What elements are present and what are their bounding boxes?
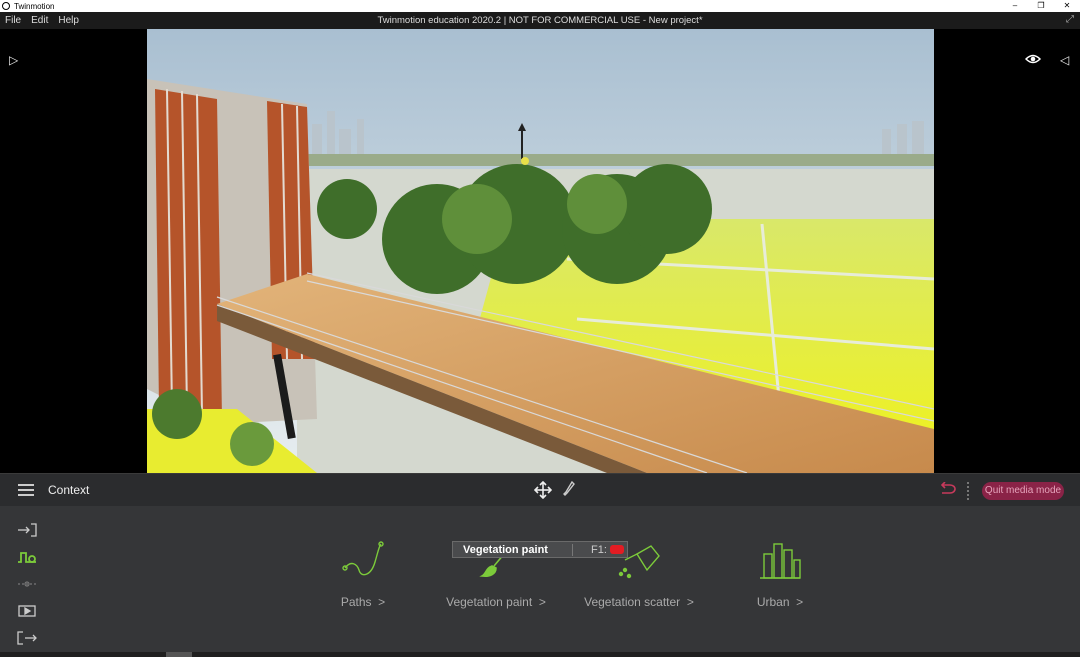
city-icon [760, 543, 801, 579]
vegetation-paint-tooltip: Vegetation paint F1: [452, 541, 628, 558]
context-toolbar: Context Quit media mode [0, 473, 1080, 506]
close-button[interactable]: ✕ [1054, 0, 1080, 12]
vegetation-paint-label: Vegetation paint [446, 595, 533, 609]
bottom-scrollbar[interactable] [0, 652, 1080, 657]
import-icon[interactable] [14, 516, 40, 543]
eye-icon[interactable] [1024, 53, 1042, 68]
toolbar-separator [967, 482, 969, 500]
record-icon [609, 545, 624, 554]
side-tool-column [14, 516, 40, 651]
document-title: Twinmotion education 2020.2 | NOT FOR CO… [377, 15, 703, 26]
menu-edit[interactable]: Edit [26, 15, 53, 26]
3d-viewport[interactable] [147, 29, 934, 473]
vegetation-scatter-chevron-icon: > [686, 595, 694, 609]
minimize-button[interactable]: – [1002, 0, 1028, 12]
viewport-area: ▷ ◁ [0, 29, 1080, 473]
category-paths[interactable]: Paths > [328, 540, 398, 609]
context-tool-icon[interactable] [14, 543, 40, 570]
pipette-icon[interactable] [563, 480, 575, 502]
vegetation-scatter-label: Vegetation scatter [584, 595, 681, 609]
hamburger-menu-icon[interactable] [18, 484, 34, 496]
app-name: Twinmotion [14, 1, 55, 11]
left-panel-toggle-icon[interactable]: ▷ [9, 53, 18, 67]
window-title-bar: Twinmotion – ❐ ✕ [0, 0, 1080, 12]
menu-file[interactable]: File [0, 15, 26, 26]
context-title: Context [48, 483, 90, 497]
export-icon[interactable] [14, 624, 40, 651]
quit-media-mode-button[interactable]: Quit media mode [982, 482, 1064, 500]
paths-chevron-icon: > [378, 595, 386, 609]
menu-bar: File Edit Help Twinmotion education 2020… [0, 12, 1080, 29]
fullscreen-icon[interactable]: ⤢ [1066, 14, 1074, 25]
twinmotion-logo-icon [2, 2, 10, 10]
settings-slider-icon[interactable] [14, 570, 40, 597]
menu-help[interactable]: Help [53, 15, 84, 26]
urban-label: Urban [756, 595, 790, 609]
tooltip-shortcut: F1: [591, 543, 607, 556]
tooltip-title: Vegetation paint [453, 543, 573, 556]
paths-label: Paths [340, 595, 372, 609]
media-icon[interactable] [14, 597, 40, 624]
restore-button[interactable]: ❐ [1028, 0, 1054, 12]
scrollbar-thumb[interactable] [166, 652, 192, 657]
move-tool-icon[interactable] [533, 480, 553, 504]
paths-icon [342, 541, 384, 576]
vegetation-paint-chevron-icon: > [538, 595, 546, 609]
urban-chevron-icon: > [796, 595, 804, 609]
scene-render [147, 29, 934, 473]
right-panel-toggle-icon[interactable]: ◁ [1060, 53, 1069, 67]
category-urban[interactable]: Urban > [745, 540, 815, 609]
undo-icon[interactable] [938, 481, 956, 501]
